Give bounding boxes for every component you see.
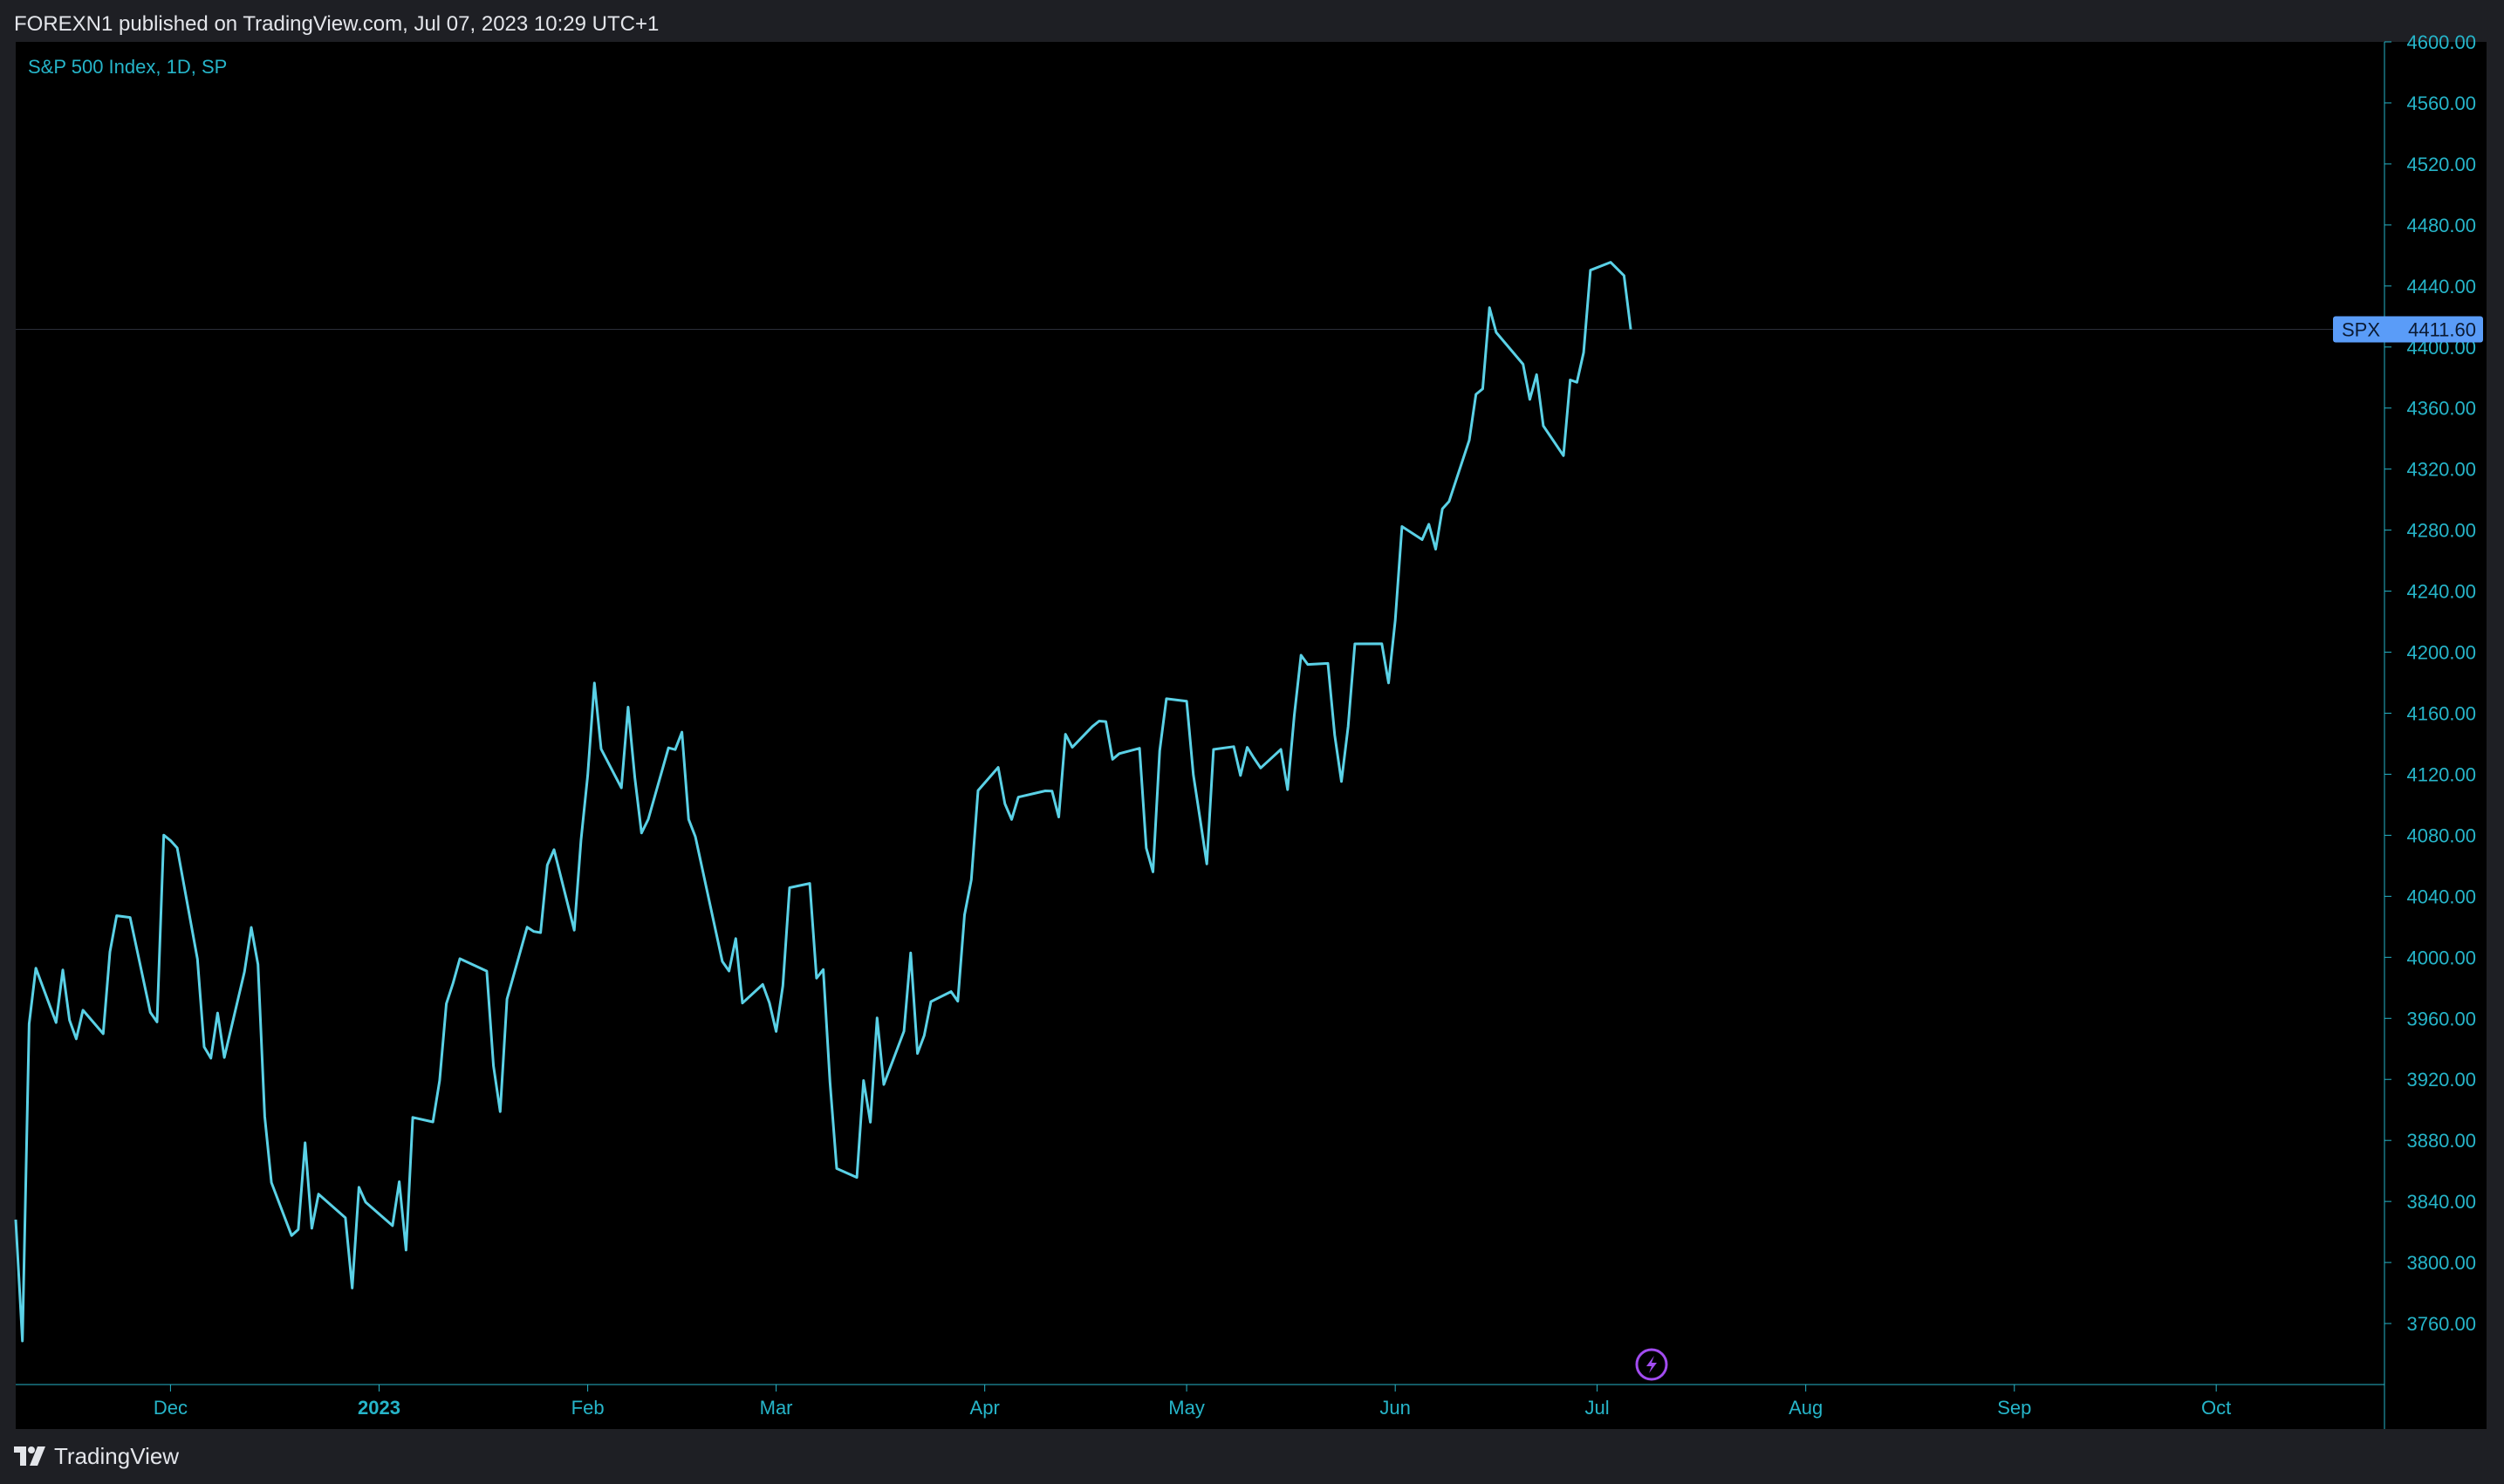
y-tick-label: 3840.00: [2406, 1191, 2476, 1213]
y-tick-label: 4360.00: [2406, 398, 2476, 420]
plot-background[interactable]: [16, 42, 2384, 1385]
y-tick-label: 4560.00: [2406, 92, 2476, 114]
x-tick-label: Jun: [1379, 1397, 1410, 1419]
y-tick-label: 4160.00: [2406, 703, 2476, 725]
y-tick-label: 3800.00: [2406, 1252, 2476, 1274]
y-tick-label: 4440.00: [2406, 276, 2476, 297]
y-tick-label: 3960.00: [2406, 1008, 2476, 1029]
footer-brand[interactable]: TradingView: [14, 1440, 179, 1472]
y-tick-label: 4480.00: [2406, 215, 2476, 236]
y-tick-label: 4120.00: [2406, 763, 2476, 785]
x-tick-label: Oct: [2201, 1397, 2231, 1419]
y-tick-label: 3760.00: [2406, 1313, 2476, 1335]
x-tick-label: Mar: [760, 1397, 793, 1419]
x-tick-label: Jul: [1585, 1397, 1610, 1419]
y-tick-label: 4280.00: [2406, 520, 2476, 542]
last-price-symbol: SPX: [2342, 318, 2380, 340]
x-tick-label: Sep: [1997, 1397, 2031, 1419]
footer-brand-text: TradingView: [54, 1442, 180, 1469]
y-tick-label: 4240.00: [2406, 581, 2476, 603]
x-tick-label: May: [1168, 1397, 1205, 1419]
y-tick-label: 4080.00: [2406, 824, 2476, 846]
y-tick-label: 4000.00: [2406, 947, 2476, 968]
chart-frame: FOREXN1 published on TradingView.com, Ju…: [0, 0, 2504, 1484]
tradingview-logo-icon: [14, 1446, 45, 1466]
chart-title: S&P 500 Index, 1D, SP: [28, 56, 227, 78]
x-tick-label: Aug: [1789, 1397, 1823, 1419]
y-tick-label: 4600.00: [2406, 31, 2476, 53]
price-axis[interactable]: [2384, 42, 2487, 1429]
chart-area[interactable]: 3760.00 3800.00 3840.00 3880.00 3920.00 3960.…: [0, 0, 2504, 1484]
x-tick-label: 2023: [358, 1397, 400, 1419]
x-tick-label: Dec: [154, 1397, 188, 1419]
y-tick-label: 4320.00: [2406, 459, 2476, 481]
x-tick-label: Apr: [970, 1397, 1000, 1419]
x-tick-label: Feb: [571, 1397, 605, 1419]
last-price-value: 4411.60: [2408, 318, 2476, 340]
y-tick-label: 3920.00: [2406, 1069, 2476, 1091]
last-price-label: SPX 4411.60: [2333, 316, 2483, 343]
y-tick-label: 4040.00: [2406, 886, 2476, 907]
y-tick-label: 4200.00: [2406, 642, 2476, 664]
y-tick-label: 4520.00: [2406, 154, 2476, 175]
y-tick-label: 3880.00: [2406, 1130, 2476, 1152]
